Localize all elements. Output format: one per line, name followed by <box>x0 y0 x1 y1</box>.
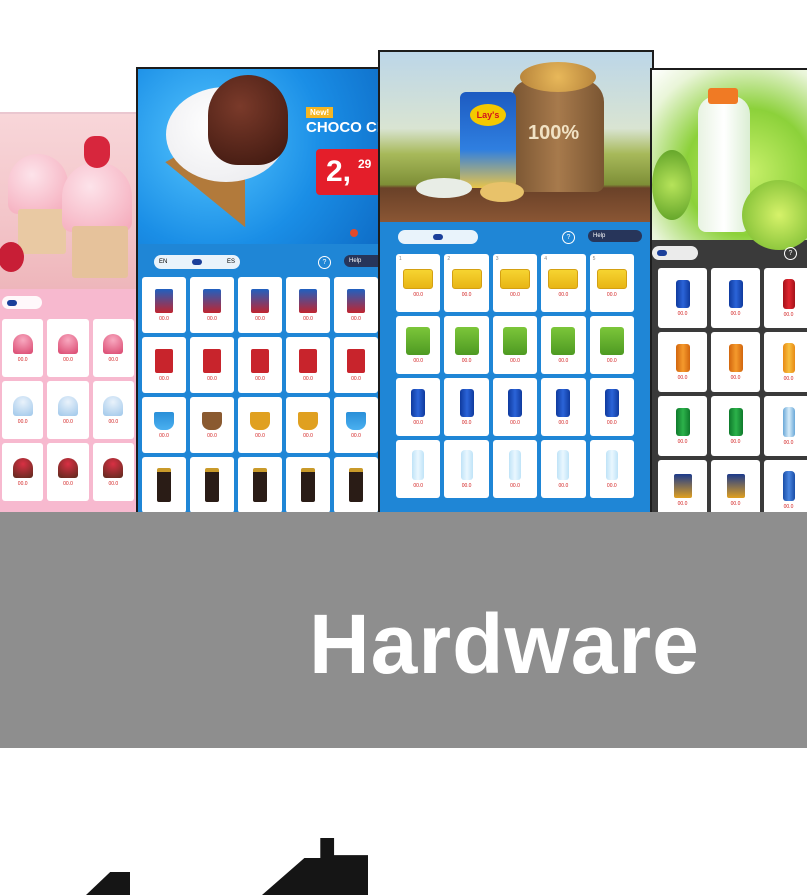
product-slot[interactable] <box>334 457 378 512</box>
vending-screen-icecream: New! CHOCO CRI 2, 29 EN ES ? Help 00.0 0… <box>136 67 384 512</box>
product-slot[interactable]: 00.0 <box>711 396 760 456</box>
product-slot[interactable]: 00.0 <box>47 319 89 377</box>
product-slot[interactable]: 00.0 <box>396 440 441 498</box>
product-slot[interactable]: 00.0 <box>764 460 807 512</box>
product-slot[interactable]: 00.0 <box>334 397 378 453</box>
vending-screen-snacks: 100% Lay's ? Help 1 00.0 2 00.0 3 00.0 4 00.… <box>378 50 654 512</box>
product-slot[interactable]: 00.0 <box>396 316 441 374</box>
product-slot[interactable]: 00.0 <box>92 443 134 501</box>
product-slot[interactable]: 00.0 <box>142 397 186 453</box>
product-slot[interactable]: 00.0 <box>444 440 489 498</box>
product-slot[interactable]: 00.0 <box>541 378 586 436</box>
juice-promo-image <box>652 70 807 250</box>
product-slot[interactable]: 00.0 <box>286 337 330 393</box>
language-option[interactable]: EN <box>159 259 167 265</box>
language-selector[interactable] <box>398 230 478 244</box>
product-slot[interactable]: 00.0 <box>711 268 760 328</box>
product-slot[interactable]: 00.0 <box>589 316 634 374</box>
language-option[interactable]: ES <box>227 259 235 265</box>
language-selected <box>657 250 667 256</box>
price-main: 2, <box>326 155 352 188</box>
product-slot[interactable]: 00.0 <box>444 378 489 436</box>
product-slot[interactable]: 00.0 <box>2 443 44 501</box>
product-slot[interactable]: 00.0 <box>92 381 134 439</box>
help-icon[interactable]: ? <box>784 247 797 260</box>
product-slot[interactable]: 00.0 <box>541 316 586 374</box>
product-slot[interactable]: 00.0 <box>238 397 282 453</box>
product-slot[interactable]: 00.0 <box>2 319 44 377</box>
section-heading: Hardware <box>309 597 700 691</box>
product-slot[interactable] <box>190 457 234 512</box>
product-slot[interactable]: 00.0 <box>92 319 134 377</box>
promo-claim: 100% <box>528 122 580 144</box>
cupcake-promo-image <box>0 114 138 289</box>
product-slot[interactable]: 00.0 <box>492 440 538 498</box>
product-slot[interactable]: 00.0 <box>286 397 330 453</box>
product-slot[interactable]: 00.0 <box>658 268 707 328</box>
product-slot[interactable]: 00.0 <box>47 381 89 439</box>
product-slot[interactable]: 00.0 <box>190 337 234 393</box>
product-slot[interactable]: 00.0 <box>334 337 378 393</box>
product-slot[interactable]: 4 00.0 <box>541 254 586 312</box>
product-slot[interactable]: 5 00.0 <box>589 254 634 312</box>
language-selector[interactable] <box>652 246 698 260</box>
product-slot[interactable]: 00.0 <box>658 332 707 392</box>
product-slot[interactable]: 00.0 <box>541 440 586 498</box>
price-tag: 2, 29 <box>316 149 382 195</box>
language-selector[interactable]: EN ES <box>154 255 240 269</box>
language-selected <box>192 259 203 265</box>
product-slot[interactable]: 00.0 <box>764 396 807 456</box>
product-slot[interactable]: 00.0 <box>238 337 282 393</box>
vending-screen-cupcakes: 00.0 00.0 00.0 00.0 00.0 00.0 00.0 00.0 … <box>0 112 140 512</box>
language-selector[interactable] <box>2 296 42 309</box>
help-icon[interactable]: ? <box>318 256 331 269</box>
language-selected <box>433 234 443 240</box>
product-slot[interactable]: 00.0 <box>238 277 282 333</box>
product-slot[interactable]: 00.0 <box>711 460 760 512</box>
product-slot[interactable]: 00.0 <box>492 378 538 436</box>
promo-title: CHOCO CRI <box>306 119 384 136</box>
product-slot[interactable]: 00.0 <box>589 378 634 436</box>
machine-silhouette <box>262 838 368 895</box>
product-slot[interactable]: 2 00.0 <box>444 254 489 312</box>
product-slot[interactable]: 00.0 <box>142 277 186 333</box>
product-slot[interactable]: 00.0 <box>2 381 44 439</box>
product-slot[interactable] <box>142 457 186 512</box>
product-slot[interactable]: 00.0 <box>658 460 707 512</box>
product-banner: 00.0 00.0 00.0 00.0 00.0 00.0 00.0 00.0 … <box>0 0 807 512</box>
product-slot[interactable]: 00.0 <box>190 397 234 453</box>
product-slot[interactable]: 00.0 <box>444 316 489 374</box>
product-slot[interactable]: 3 00.0 <box>492 254 538 312</box>
new-badge: New! <box>306 107 334 118</box>
product-slot[interactable]: 00.0 <box>764 268 807 328</box>
machine-silhouette <box>86 872 130 895</box>
product-slot[interactable]: 00.0 <box>142 337 186 393</box>
product-grid: 00.0 00.0 00.0 00.0 00.0 00.0 00.0 00.0 … <box>138 277 382 512</box>
product-slot[interactable]: 00.0 <box>286 277 330 333</box>
product-grid: 00.0 00.0 00.0 00.0 00.0 00.0 00.0 00.0 … <box>0 319 138 512</box>
chips-promo-image: 100% Lay's <box>380 52 652 222</box>
help-icon[interactable]: ? <box>562 231 575 244</box>
product-slot[interactable]: 00.0 <box>492 316 538 374</box>
product-slot[interactable] <box>238 457 282 512</box>
product-grid: 1 00.0 2 00.0 3 00.0 4 00.0 5 00.0 00.0 00.0 … <box>380 254 652 512</box>
product-slot[interactable] <box>286 457 330 512</box>
product-slot[interactable]: 00.0 <box>711 332 760 392</box>
product-slot[interactable]: 00.0 <box>334 277 378 333</box>
product-slot[interactable]: 00.0 <box>658 396 707 456</box>
product-slot[interactable]: 00.0 <box>47 443 89 501</box>
icecream-promo-image: New! CHOCO CRI 2, 29 <box>138 69 384 247</box>
product-slot[interactable]: 00.0 <box>764 332 807 392</box>
language-selected <box>7 299 17 306</box>
vending-screen-drinks: ? 00.0 00.0 00.0 00.0 00.0 00.0 00.0 00.… <box>650 68 807 512</box>
product-slot[interactable]: 00.0 <box>396 378 441 436</box>
brand-logo: Lay's <box>470 104 506 126</box>
help-button[interactable]: Help <box>588 230 642 242</box>
product-slot[interactable]: 00.0 <box>190 277 234 333</box>
product-grid: 00.0 00.0 00.0 00.0 00.0 00.0 00.0 00.0 … <box>652 268 807 512</box>
product-slot[interactable]: 00.0 <box>589 440 634 498</box>
product-slot[interactable]: 1 00.0 <box>396 254 441 312</box>
price-cents: 29 <box>358 157 372 171</box>
